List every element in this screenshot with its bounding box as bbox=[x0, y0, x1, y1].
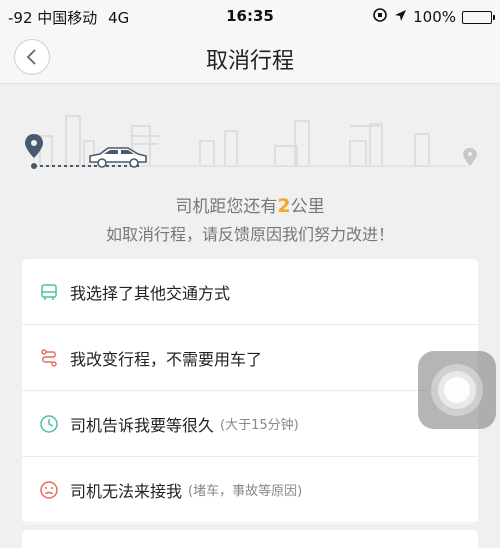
battery-icon bbox=[462, 10, 495, 24]
reason-other-transport[interactable]: 我选择了其他交通方式 bbox=[22, 259, 478, 325]
next-card-edge bbox=[22, 530, 478, 548]
location-arrow-icon bbox=[394, 8, 407, 26]
clock-icon bbox=[38, 413, 60, 435]
rotation-lock-icon bbox=[372, 7, 388, 27]
distance-suffix: 公里 bbox=[290, 197, 325, 217]
distance-value: 2 bbox=[277, 195, 291, 217]
reason-hint: (大于15分钟) bbox=[220, 418, 299, 433]
reason-label: 我改变行程，不需要用车了 bbox=[70, 349, 263, 369]
reason-label: 我选择了其他交通方式 bbox=[70, 283, 231, 303]
nav-bar: 取消行程 bbox=[0, 32, 500, 84]
hero-section: 司机距您还有2公里 如取消行程，请反馈原因我们努力改进！ bbox=[0, 84, 500, 254]
battery-percent: 100% bbox=[413, 8, 456, 26]
driver-distance-text: 司机距您还有2公里 bbox=[0, 192, 500, 217]
status-bar: -92 中国移动 4G 16:35 100% bbox=[0, 0, 500, 32]
feedback-message: 如取消行程，请反馈原因我们努力改进！ bbox=[105, 225, 394, 244]
reason-label: 司机无法来接我 bbox=[70, 481, 183, 501]
reason-driver-cannot-come[interactable]: 司机无法来接我 (堵车，事故等原因) bbox=[22, 457, 478, 523]
reason-hint: (堵车，事故等原因) bbox=[188, 484, 303, 499]
distance-prefix: 司机距您还有 bbox=[175, 197, 278, 217]
cancel-reasons-list: 我选择了其他交通方式 我改变行程，不需要用车了 司机告诉我要等很久 (大于15分… bbox=[22, 259, 478, 524]
bus-icon bbox=[38, 281, 60, 303]
city-route-illustration bbox=[25, 115, 477, 169]
assistive-touch-button[interactable] bbox=[418, 351, 496, 429]
page-title: 取消行程 bbox=[205, 49, 294, 74]
reason-long-wait[interactable]: 司机告诉我要等很久 (大于15分钟) bbox=[22, 391, 478, 457]
status-right: 100% bbox=[372, 7, 495, 27]
reason-label: 司机告诉我要等很久 bbox=[70, 415, 215, 435]
route-icon bbox=[38, 347, 60, 369]
reason-changed-plan[interactable]: 我改变行程，不需要用车了 bbox=[22, 325, 478, 391]
sad-face-icon bbox=[38, 479, 60, 501]
